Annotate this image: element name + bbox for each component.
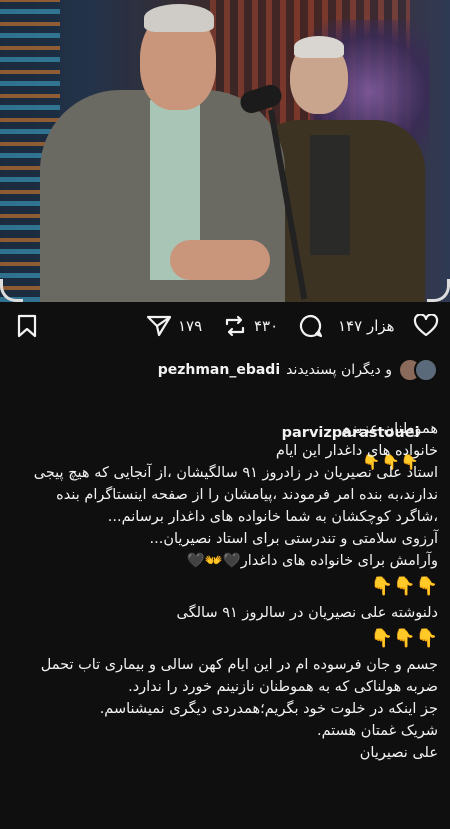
caption-line: جز اینکه در خلوت خود بگریم؛همدردی دیگری …	[99, 701, 438, 717]
repost-button[interactable]	[222, 314, 248, 338]
avatar	[414, 358, 438, 382]
caption-line: خانواده های داغدار این ایام	[275, 443, 438, 459]
share-button[interactable]	[146, 314, 172, 338]
comment-icon	[299, 314, 323, 338]
share-icon	[146, 315, 172, 337]
photo-corner	[427, 279, 450, 302]
caption-line: آرزوی سلامتی و تندرستی برای استاد نصیریا…	[149, 531, 438, 547]
caption-line: جسم و جان فرسوده ام در این ایام کهن سالی…	[36, 657, 438, 695]
comment-button[interactable]	[298, 314, 324, 338]
share-count: ۱۷۹	[178, 317, 203, 335]
post-actions: ۱۷۹ ۴۳۰ ۱۴۷ هزار	[0, 306, 450, 346]
caption-line: وآرامش برای خانواده های داغدار🖤👐🖤	[186, 553, 438, 569]
like-count: ۱۴۷ هزار	[338, 317, 395, 335]
repost-icon	[225, 315, 245, 337]
speaking-man	[40, 0, 285, 302]
bookmark-button[interactable]	[16, 314, 38, 338]
repost-count: ۴۳۰	[254, 317, 279, 335]
caption-line: هموطنان عزیزم	[341, 421, 438, 437]
pointing-down-emoji: 👇👇👇	[370, 628, 438, 649]
post-caption: parvizparastouei 👇👇👇 هموطنان عزیزم خانوا…	[12, 388, 438, 764]
caption-line: دلنوشته علی نصیریان در سالروز ۹۱ سالگی	[176, 605, 438, 621]
heart-icon	[413, 314, 439, 337]
caption-signature: علی نصیریان	[359, 745, 438, 761]
caption-line: شریک غمتان هستم.	[316, 723, 438, 739]
post-photo[interactable]	[0, 0, 450, 302]
pointing-down-emoji: 👇👇👇	[370, 576, 438, 597]
bookmark-icon	[17, 314, 37, 338]
liker-avatars	[398, 358, 438, 382]
caption-line: استاد علی نصیریان در زادروز ۹۱ سالگیشان …	[29, 465, 438, 525]
liked-by-username[interactable]: pezhman_ebadi	[158, 362, 280, 378]
like-button[interactable]	[413, 314, 439, 338]
liked-by-line[interactable]: و دیگران پسندیدند pezhman_ebadi	[158, 358, 438, 382]
liked-by-text: و دیگران پسندیدند	[286, 362, 392, 378]
